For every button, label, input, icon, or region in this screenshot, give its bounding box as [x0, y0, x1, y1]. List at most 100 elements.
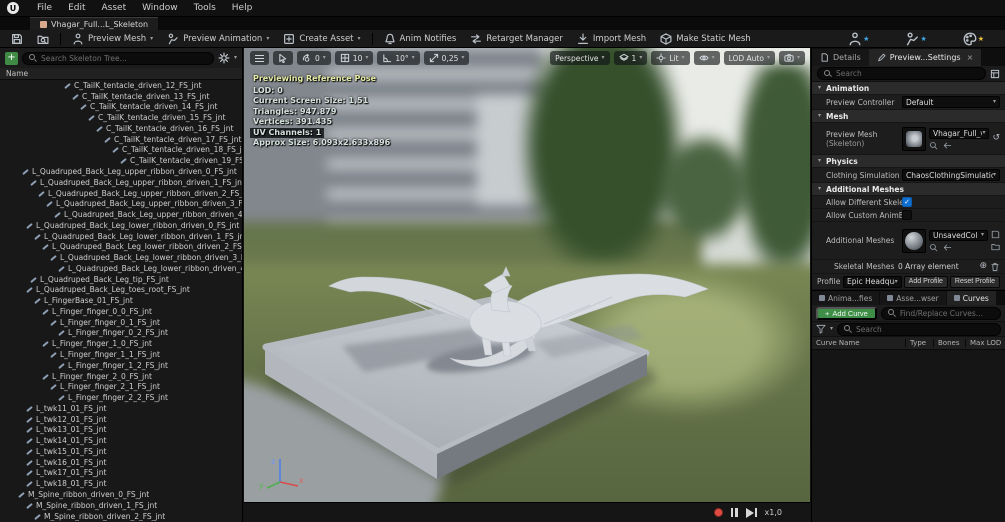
tree-row[interactable]: C_TailK_tentacle_driven_13_FS_jnt — [0, 91, 242, 102]
tree-row[interactable]: L_Finger_finger_1_1_FS_jnt — [0, 349, 242, 360]
preview-mesh-dropdown[interactable]: Vhagar_Full_v000▾ — [929, 127, 990, 139]
subtab-asse-wser[interactable]: Asse...wser — [880, 291, 946, 305]
column-header-bones[interactable]: Bones — [933, 339, 965, 347]
browse-to-asset-button[interactable] — [32, 31, 54, 47]
additional-meshes-dropdown[interactable]: UnsavedCol ▾ — [929, 229, 988, 241]
tree-row[interactable]: C_TailK_tentacle_driven_15_FS_jnt — [0, 112, 242, 123]
tree-row[interactable]: L_FingerBase_01_FS_jnt — [0, 295, 242, 306]
preview-material-button[interactable]: ★ — [958, 30, 989, 48]
details-search-input[interactable] — [836, 69, 979, 78]
viewport-3d-scene[interactable]: 0 ▾ 10 ▾ 10° ▾ 0,25 ▾ Perspective ▾ 1 ▾ … — [244, 48, 810, 502]
tree-row[interactable]: M_Spine_ribbon_driven_2_FS_jnt — [0, 511, 242, 522]
tree-row[interactable]: L_Finger_finger_0_2_FS_jnt — [0, 328, 242, 339]
rotation-snap-control[interactable]: 10° ▾ — [377, 51, 420, 65]
tree-row[interactable]: L_Quadruped_Back_Leg_upper_ribbon_driven… — [0, 198, 242, 209]
skeleton-tree-search[interactable] — [22, 51, 214, 65]
select-tool-button[interactable] — [273, 51, 293, 65]
browse-asset-icon[interactable] — [929, 243, 938, 252]
tree-row[interactable]: L_Finger_finger_0_1_FS_jnt — [0, 317, 242, 328]
details-search[interactable] — [817, 67, 986, 80]
camera-speed-control[interactable]: 0 ▾ — [297, 51, 331, 65]
menu-item-edit[interactable]: Edit — [60, 1, 93, 15]
retarget-manager-button[interactable]: Retarget Manager — [465, 31, 568, 47]
section-mesh[interactable]: ▾ Mesh — [812, 110, 1005, 123]
tree-row[interactable]: L_Quadruped_Back_Leg_lower_ribbon_driven… — [0, 220, 242, 231]
tree-row[interactable]: L_Finger_finger_1_2_FS_jnt — [0, 360, 242, 371]
perspective-selector[interactable]: Perspective ▾ — [550, 51, 610, 65]
tree-row[interactable]: L_twk14_01_FS_jnt — [0, 435, 242, 446]
reset-to-default-icon[interactable]: ↺ — [992, 134, 1000, 143]
tree-row[interactable]: L_Quadruped_Back_Leg_lower_ribbon_driven… — [0, 241, 242, 252]
browse-asset-icon[interactable] — [929, 141, 938, 150]
pause-button[interactable] — [730, 508, 738, 517]
allow-different-skeleton-checkbox[interactable]: ✓ — [902, 197, 912, 207]
use-selected-icon[interactable] — [943, 141, 952, 150]
anim-notifies-button[interactable]: Anim Notifies — [379, 31, 462, 47]
tree-row[interactable]: L_Quadruped_Back_Leg_upper_ribbon_driven… — [0, 177, 242, 188]
tree-row[interactable]: C_TailK_tentacle_driven_12_FS_jnt — [0, 80, 242, 91]
tree-row[interactable]: C_TailK_tentacle_driven_16_FS_jnt — [0, 123, 242, 134]
close-icon[interactable]: × — [967, 53, 974, 62]
save-asset-icon[interactable] — [991, 230, 1000, 239]
tree-row[interactable]: L_twk15_01_FS_jnt — [0, 446, 242, 457]
tree-row[interactable]: L_Quadruped_Back_Leg_toes_root_FS_jnt — [0, 285, 242, 296]
column-header-type[interactable]: Type — [905, 339, 933, 347]
find-replace-curves-input[interactable] — [899, 308, 994, 318]
asset-tab[interactable]: Vhagar_Full...L_Skeleton — [30, 17, 159, 30]
filter-funnel-icon[interactable] — [816, 324, 826, 334]
make-static-mesh-button[interactable]: Make Static Mesh — [655, 31, 755, 47]
preview-controller-dropdown[interactable]: Default ▾ — [902, 96, 1000, 108]
menu-item-window[interactable]: Window — [134, 1, 186, 15]
tab-details[interactable]: Details — [812, 49, 869, 66]
preview-mesh-thumbnail[interactable] — [902, 126, 926, 151]
tree-row[interactable]: L_Quadruped_Back_Leg_lower_ribbon_driven… — [0, 252, 242, 263]
tree-row[interactable]: L_twk16_01_FS_jnt — [0, 457, 242, 468]
record-button[interactable] — [713, 508, 723, 517]
column-header-curve-name[interactable]: Curve Name — [812, 339, 905, 347]
tree-row[interactable]: C_TailK_tentacle_driven_19_FS_jnt — [0, 155, 242, 166]
find-replace-curves-search[interactable] — [880, 306, 1001, 320]
lod-auto-selector[interactable]: LOD Auto ▾ — [723, 51, 775, 65]
additional-meshes-thumbnail[interactable] — [902, 228, 926, 253]
section-animation[interactable]: ▾ Animation — [812, 82, 1005, 95]
tree-row[interactable]: L_twk18_01_FS_jnt — [0, 478, 242, 489]
add-bone-button[interactable]: + — [5, 51, 18, 65]
tree-row[interactable]: M_Spine_ribbon_driven_0_FS_jnt — [0, 489, 242, 500]
tree-row[interactable]: L_Finger_finger_2_2_FS_jnt — [0, 392, 242, 403]
preview-mesh-favorite-button[interactable]: ★ — [843, 30, 874, 48]
tree-settings-gear-icon[interactable] — [218, 52, 230, 64]
play-forward-button[interactable] — [745, 507, 757, 518]
reset-profile-button[interactable]: Reset Profile — [949, 275, 1000, 288]
allow-custom-animbp-checkbox[interactable] — [902, 210, 912, 220]
tree-row[interactable]: L_Quadruped_Back_Leg_lower_ribbon_driven… — [0, 231, 242, 242]
tree-row[interactable]: L_Quadruped_Back_Leg_upper_ribbon_driven… — [0, 209, 242, 220]
add-profile-button[interactable]: Add Profile — [903, 275, 948, 288]
tree-row[interactable]: L_twk12_01_FS_jnt — [0, 414, 242, 425]
preview-mesh-button[interactable]: Preview Mesh ▾ — [67, 31, 158, 47]
preview-lod-selector[interactable]: 1 ▾ — [613, 51, 648, 65]
add-curve-button[interactable]: + Add Curve — [816, 306, 877, 320]
playback-speed[interactable]: x1,0 — [765, 508, 782, 517]
scale-snap-control[interactable]: 0,25 ▾ — [423, 51, 470, 65]
tree-row[interactable]: L_twk13_01_FS_jnt — [0, 425, 242, 436]
preview-animation-button[interactable]: Preview Animation ▾ — [162, 31, 274, 47]
preview-animation-favorite-button[interactable]: ★ — [900, 30, 931, 48]
create-asset-button[interactable]: Create Asset ▾ — [278, 31, 365, 47]
chevron-down-icon[interactable]: ▾ — [830, 326, 833, 332]
view-mode-selector[interactable]: Lit ▾ — [651, 51, 690, 65]
section-additional-meshes[interactable]: ▾ Additional Meshes — [812, 183, 1005, 196]
column-header-max-lod[interactable]: Max LOD — [965, 339, 1005, 347]
tree-column-header-name[interactable]: Name — [0, 68, 242, 80]
tree-row[interactable]: L_Finger_finger_2_1_FS_jnt — [0, 381, 242, 392]
curves-search-input[interactable] — [856, 324, 994, 334]
tree-row[interactable]: C_TailK_tentacle_driven_17_FS_jnt — [0, 134, 242, 145]
menu-item-help[interactable]: Help — [224, 1, 261, 15]
tree-row[interactable]: L_twk17_01_FS_jnt — [0, 468, 242, 479]
tree-row[interactable]: C_TailK_tentacle_driven_18_FS_jnt — [0, 145, 242, 156]
tree-row[interactable]: L_Finger_finger_0_0_FS_jnt — [0, 306, 242, 317]
profile-dropdown[interactable]: Epic Headquarters▾ — [843, 275, 902, 288]
grid-snap-control[interactable]: 10 ▾ — [334, 51, 374, 65]
curves-search[interactable] — [837, 322, 1001, 336]
tree-row[interactable]: L_Finger_finger_1_0_FS_jnt — [0, 338, 242, 349]
screenshot-button[interactable]: ▾ — [778, 51, 805, 65]
